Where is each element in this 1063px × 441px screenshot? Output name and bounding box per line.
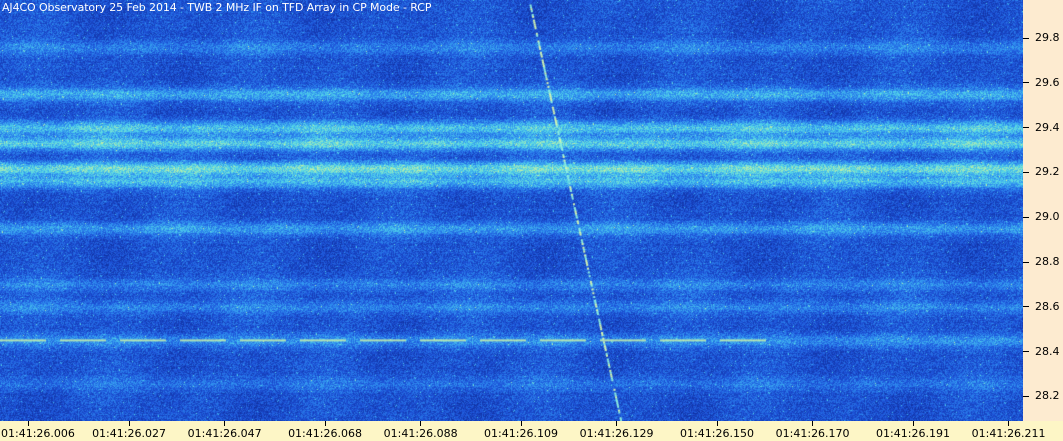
x-tick-label: 01:41:26.047 <box>187 427 262 440</box>
x-tick-mark <box>128 421 130 426</box>
y-tick-label: 29.6 <box>1035 75 1060 89</box>
x-tick-label: 01:41:26.211 <box>971 427 1046 440</box>
x-tick-mark <box>716 421 718 426</box>
x-tick-label: 01:41:26.191 <box>876 427 950 440</box>
y-tick-mark <box>1023 82 1029 84</box>
x-tick-mark <box>520 421 522 426</box>
x-tick-label: 01:41:26.006 <box>1 427 75 440</box>
x-tick-label: 01:41:26.088 <box>383 427 458 440</box>
y-tick-label: 29.0 <box>1035 210 1060 224</box>
x-tick-label: 01:41:26.129 <box>579 427 654 440</box>
x-tick-label: 01:41:26.150 <box>680 427 754 440</box>
x-tick-mark <box>912 421 914 426</box>
x-tick-mark <box>616 421 618 426</box>
y-tick-label: 29.2 <box>1035 165 1060 179</box>
time-axis: 01:41:26.006 01:41:26.027 01:41:26.047 01:4… <box>0 421 1063 441</box>
y-tick-label: 29.4 <box>1035 120 1060 134</box>
y-tick-label: 29.8 <box>1035 31 1060 45</box>
x-tick-label: 01:41:26.068 <box>288 427 362 440</box>
y-tick-mark <box>1023 216 1029 218</box>
spectrogram-heatmap <box>0 0 1023 421</box>
frequency-axis: 29.8 29.6 29.4 29.2 29.0 28.8 28.6 28.4 28.2 <box>1023 0 1063 421</box>
x-tick-mark <box>224 421 226 426</box>
spectrogram-plot-area: AJ4CO Observatory 25 Feb 2014 - TWB 2 MH… <box>0 0 1023 421</box>
y-tick-label: 28.8 <box>1035 255 1060 268</box>
x-tick-mark <box>1008 421 1010 426</box>
x-tick-label: 01:41:26.109 <box>484 427 558 440</box>
y-tick-mark <box>1023 351 1029 353</box>
y-tick-mark <box>1023 261 1029 263</box>
y-tick-label: 28.6 <box>1035 299 1060 313</box>
x-tick-mark <box>420 421 422 426</box>
y-tick-mark <box>1023 37 1029 39</box>
y-tick-label: 28.4 <box>1035 344 1060 358</box>
x-tick-label: 01:41:26.027 <box>92 427 166 440</box>
x-tick-mark <box>812 421 814 426</box>
spectrogram-chart: AJ4CO Observatory 25 Feb 2014 - TWB 2 MH… <box>0 0 1063 441</box>
y-tick-mark <box>1023 306 1029 308</box>
x-tick-mark <box>28 421 30 426</box>
y-tick-mark <box>1023 395 1029 397</box>
y-tick-label: 28.2 <box>1035 389 1060 403</box>
x-tick-mark <box>324 421 326 426</box>
y-tick-mark <box>1023 171 1029 173</box>
y-tick-mark <box>1023 127 1029 129</box>
x-tick-label: 01:41:26.170 <box>775 427 850 440</box>
